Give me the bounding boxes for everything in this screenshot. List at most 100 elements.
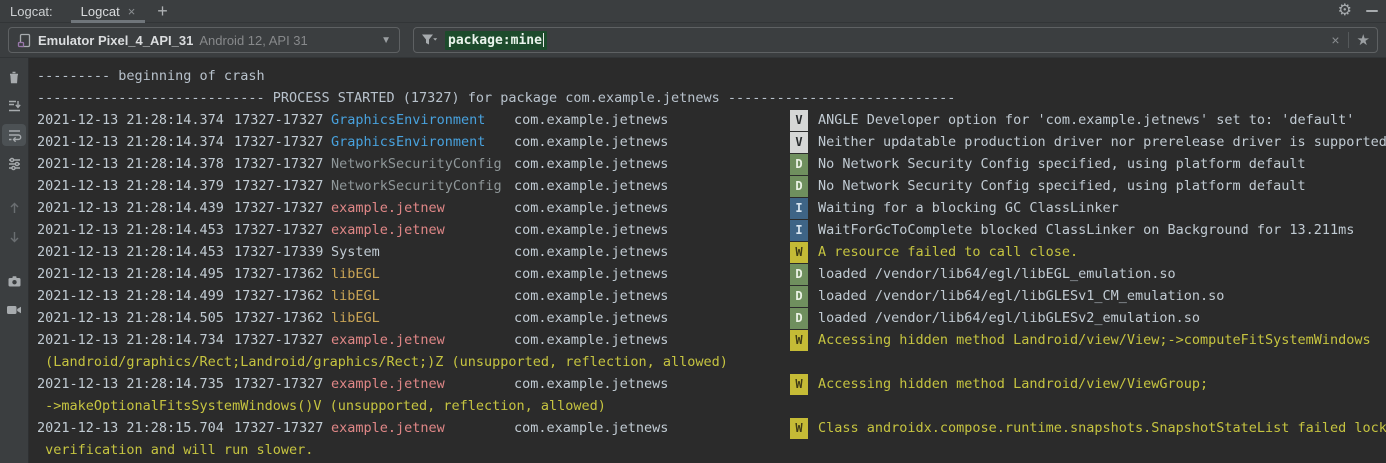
soft-wrap-icon[interactable]	[2, 124, 26, 146]
toolwindow-header: Logcat: Logcat × + ⚙	[0, 0, 1386, 23]
filter-funnel-icon[interactable]	[421, 33, 438, 47]
log-message: Waiting for a blocking GC ClassLinker	[808, 197, 1119, 219]
log-message: A resource failed to call close.	[808, 241, 1078, 263]
log-tag: libEGL	[331, 263, 514, 285]
log-row: ---------------------------- PROCESS STA…	[37, 87, 1386, 109]
log-package: com.example.jetnews	[514, 307, 790, 329]
log-row: 2021-12-13 21:28:14.37417327-17327Graphi…	[37, 131, 1386, 153]
screen-record-icon[interactable]	[2, 299, 26, 321]
log-row: 2021-12-13 21:28:14.49517327-17362libEGL…	[37, 263, 1386, 285]
scroll-to-end-icon[interactable]	[2, 95, 26, 117]
log-banner-text: --------- beginning of crash	[37, 65, 265, 87]
log-timestamp: 2021-12-13 21:28:14.379	[37, 175, 234, 197]
log-pid-tid: 17327-17362	[234, 307, 331, 329]
log-timestamp: 2021-12-13 21:28:14.499	[37, 285, 234, 307]
log-level-badge: D	[790, 308, 808, 329]
log-level-badge: V	[790, 132, 808, 153]
toolwindow-header-actions: ⚙	[1338, 0, 1378, 22]
log-message: Class androidx.compose.runtime.snapshots…	[808, 417, 1386, 439]
previous-occurrence-icon[interactable]	[2, 197, 26, 219]
log-row: 2021-12-13 21:28:14.49917327-17362libEGL…	[37, 285, 1386, 307]
log-package: com.example.jetnews	[514, 417, 790, 439]
log-row: (Landroid/graphics/Rect;Landroid/graphic…	[37, 351, 1386, 373]
log-tag: libEGL	[331, 307, 514, 329]
chevron-down-icon: ▼	[381, 35, 391, 46]
log-tag: example.jetnew	[331, 373, 514, 395]
log-row: 2021-12-13 21:28:14.37817327-17327Networ…	[37, 153, 1386, 175]
log-level-badge: D	[790, 154, 808, 175]
tab-close-icon[interactable]: ×	[128, 5, 136, 18]
filter-input[interactable]: package:mine × ★	[413, 27, 1378, 53]
settings-gear-icon[interactable]: ⚙	[1338, 3, 1352, 19]
log-pid-tid: 17327-17339	[234, 241, 331, 263]
log-timestamp: 2021-12-13 21:28:14.453	[37, 241, 234, 263]
log-tag: example.jetnew	[331, 329, 514, 351]
log-package: com.example.jetnews	[514, 241, 790, 263]
clear-filter-icon[interactable]: ×	[1331, 32, 1339, 48]
log-tag: GraphicsEnvironment	[331, 131, 514, 153]
filter-query-chip[interactable]: package:mine	[445, 31, 547, 50]
log-message: Neither updatable production driver nor …	[808, 131, 1386, 153]
formatting-options-icon[interactable]	[2, 153, 26, 175]
log-pid-tid: 17327-17327	[234, 417, 331, 439]
log-row: 2021-12-13 21:28:14.37917327-17327Networ…	[37, 175, 1386, 197]
log-level-badge: V	[790, 110, 808, 131]
active-tab-indicator	[71, 20, 146, 23]
tab-label: Logcat	[81, 4, 120, 19]
log-level-badge: D	[790, 176, 808, 197]
log-timestamp: 2021-12-13 21:28:14.374	[37, 109, 234, 131]
log-level-badge: I	[790, 220, 808, 241]
hide-toolwindow-icon[interactable]	[1366, 10, 1378, 12]
filter-actions: × ★	[1331, 31, 1370, 49]
next-occurrence-icon[interactable]	[2, 226, 26, 248]
log-tag: example.jetnew	[331, 197, 514, 219]
log-row: 2021-12-13 21:28:14.45317327-17327exampl…	[37, 219, 1386, 241]
log-row: 2021-12-13 21:28:14.73517327-17327exampl…	[37, 373, 1386, 395]
log-message: WaitForGcToComplete blocked ClassLinker …	[808, 219, 1354, 241]
log-message: ANGLE Developer option for 'com.example.…	[808, 109, 1354, 131]
log-message-continuation: verification and will run slower.	[37, 439, 313, 461]
log-banner-text: ---------------------------- PROCESS STA…	[37, 87, 955, 109]
toolwindow-title: Logcat:	[10, 4, 53, 19]
device-details: Android 12, API 31	[199, 33, 307, 48]
log-row: 2021-12-13 21:28:15.70417327-17327exampl…	[37, 417, 1386, 439]
log-row: 2021-12-13 21:28:14.43917327-17327exampl…	[37, 197, 1386, 219]
device-selector[interactable]: Emulator Pixel_4_API_31 Android 12, API …	[8, 27, 400, 53]
filter-query-text: package:mine	[448, 33, 542, 48]
log-tag: example.jetnew	[331, 219, 514, 241]
log-pid-tid: 17327-17362	[234, 263, 331, 285]
log-message: loaded /vendor/lib64/egl/libEGL_emulatio…	[808, 263, 1176, 285]
log-package: com.example.jetnews	[514, 219, 790, 241]
screenshot-icon[interactable]	[2, 270, 26, 292]
log-message: loaded /vendor/lib64/egl/libGLESv2_emula…	[808, 307, 1200, 329]
log-tag: NetworkSecurityConfig	[331, 175, 514, 197]
log-timestamp: 2021-12-13 21:28:14.378	[37, 153, 234, 175]
new-tab-button[interactable]: +	[145, 2, 180, 20]
log-timestamp: 2021-12-13 21:28:14.505	[37, 307, 234, 329]
log-level-badge: D	[790, 286, 808, 307]
log-package: com.example.jetnews	[514, 153, 790, 175]
log-pid-tid: 17327-17327	[234, 131, 331, 153]
log-timestamp: 2021-12-13 21:28:14.439	[37, 197, 234, 219]
favorite-star-icon[interactable]: ★	[1357, 31, 1370, 49]
log-package: com.example.jetnews	[514, 131, 790, 153]
clear-logcat-icon[interactable]	[2, 66, 26, 88]
device-icon	[17, 33, 32, 48]
separator	[1348, 32, 1349, 48]
log-tag: libEGL	[331, 285, 514, 307]
logcat-side-toolbar	[0, 58, 29, 463]
log-message-continuation: (Landroid/graphics/Rect;Landroid/graphic…	[37, 351, 728, 373]
log-row: ->makeOptionalFitsSystemWindows()V (unsu…	[37, 395, 1386, 417]
log-pid-tid: 17327-17327	[234, 109, 331, 131]
log-message: No Network Security Config specified, us…	[808, 175, 1306, 197]
log-package: com.example.jetnews	[514, 285, 790, 307]
log-package: com.example.jetnews	[514, 197, 790, 219]
log-pid-tid: 17327-17327	[234, 153, 331, 175]
log-area[interactable]: --------- beginning of crash------------…	[29, 58, 1386, 463]
log-message: loaded /vendor/lib64/egl/libGLESv1_CM_em…	[808, 285, 1224, 307]
log-row: 2021-12-13 21:28:14.73417327-17327exampl…	[37, 329, 1386, 351]
logcat-content: --------- beginning of crash------------…	[0, 58, 1386, 463]
log-pid-tid: 17327-17327	[234, 373, 331, 395]
tab-logcat[interactable]: Logcat ×	[71, 0, 146, 22]
log-pid-tid: 17327-17327	[234, 175, 331, 197]
